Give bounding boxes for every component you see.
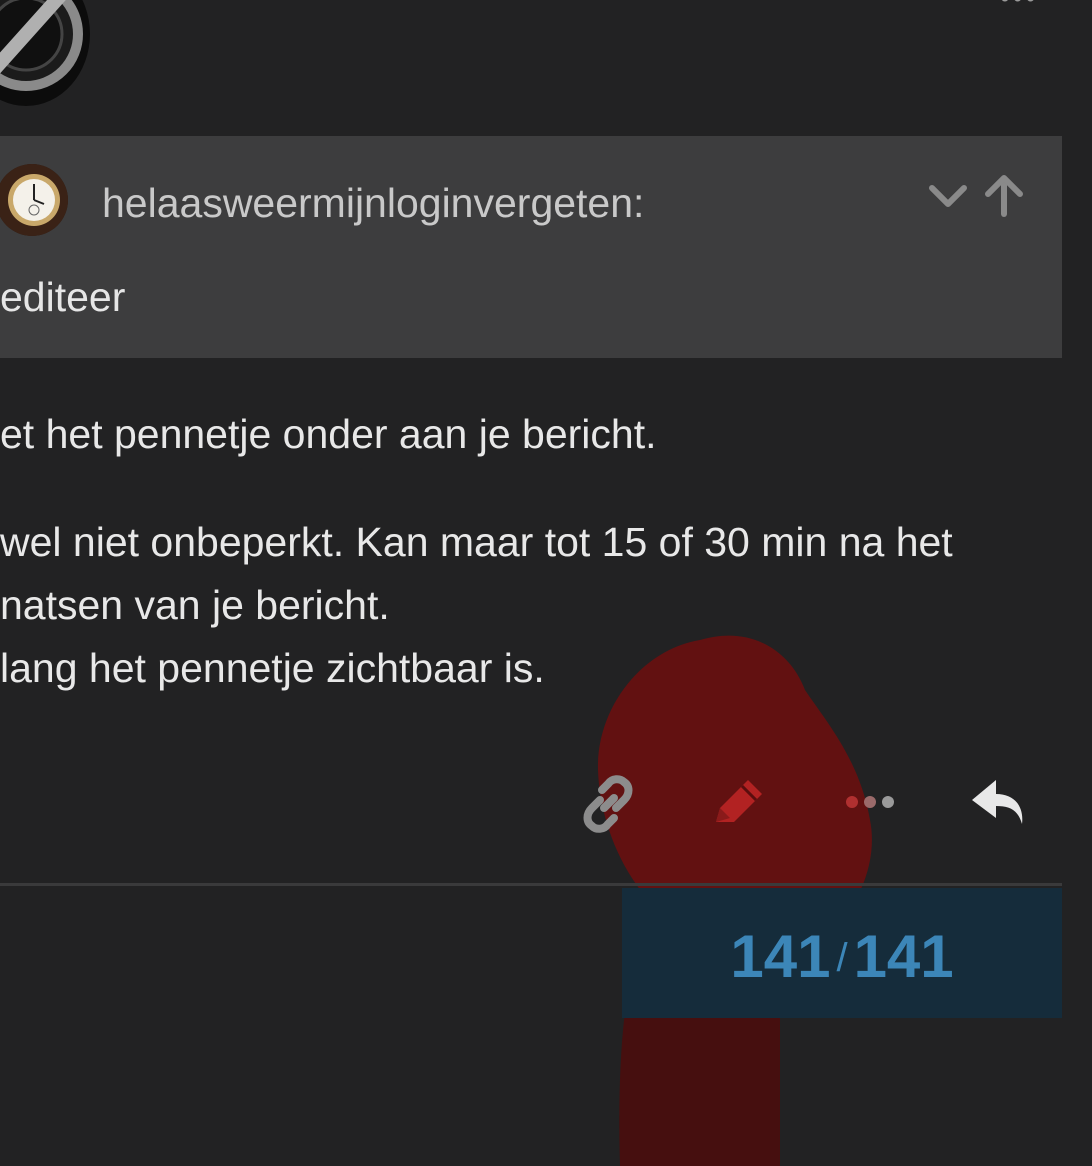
timeline-divider [0,883,1062,886]
edit-button[interactable] [706,772,770,836]
quote-author-avatar[interactable] [0,164,68,236]
post-menu-dots[interactable]: ••• [1000,0,1038,14]
more-icon [846,796,894,808]
post-line: natsen van je bericht. [0,582,390,628]
quote-controls [926,174,1030,218]
quote-block: helaasweermijnloginvergeten: editeer [0,136,1062,358]
topic-progress[interactable]: 141/141 [622,888,1062,1018]
progress-current: 141 [730,923,831,990]
progress-separator: / [836,936,848,980]
arrow-up-icon[interactable] [982,174,1026,218]
post-line: et het pennetje onder aan je bericht. [0,411,657,457]
more-actions-button[interactable] [838,772,902,836]
progress-label: 141/141 [622,922,1062,991]
progress-total: 141 [853,923,954,990]
pencil-icon [716,780,762,822]
reply-button[interactable] [966,772,1030,836]
reply-icon [972,780,1023,824]
link-icon [583,775,633,833]
user-avatar[interactable] [0,0,90,106]
copy-link-button[interactable] [576,772,640,836]
post-line: lang het pennetje zichtbaar is. [0,645,545,691]
post-line: wel niet onbeperkt. Kan maar tot 15 of 3… [0,519,953,565]
chevron-down-icon[interactable] [926,174,970,218]
quote-author-name[interactable]: helaasweermijnloginvergeten: [102,180,644,227]
quote-text: editeer [0,274,126,320]
